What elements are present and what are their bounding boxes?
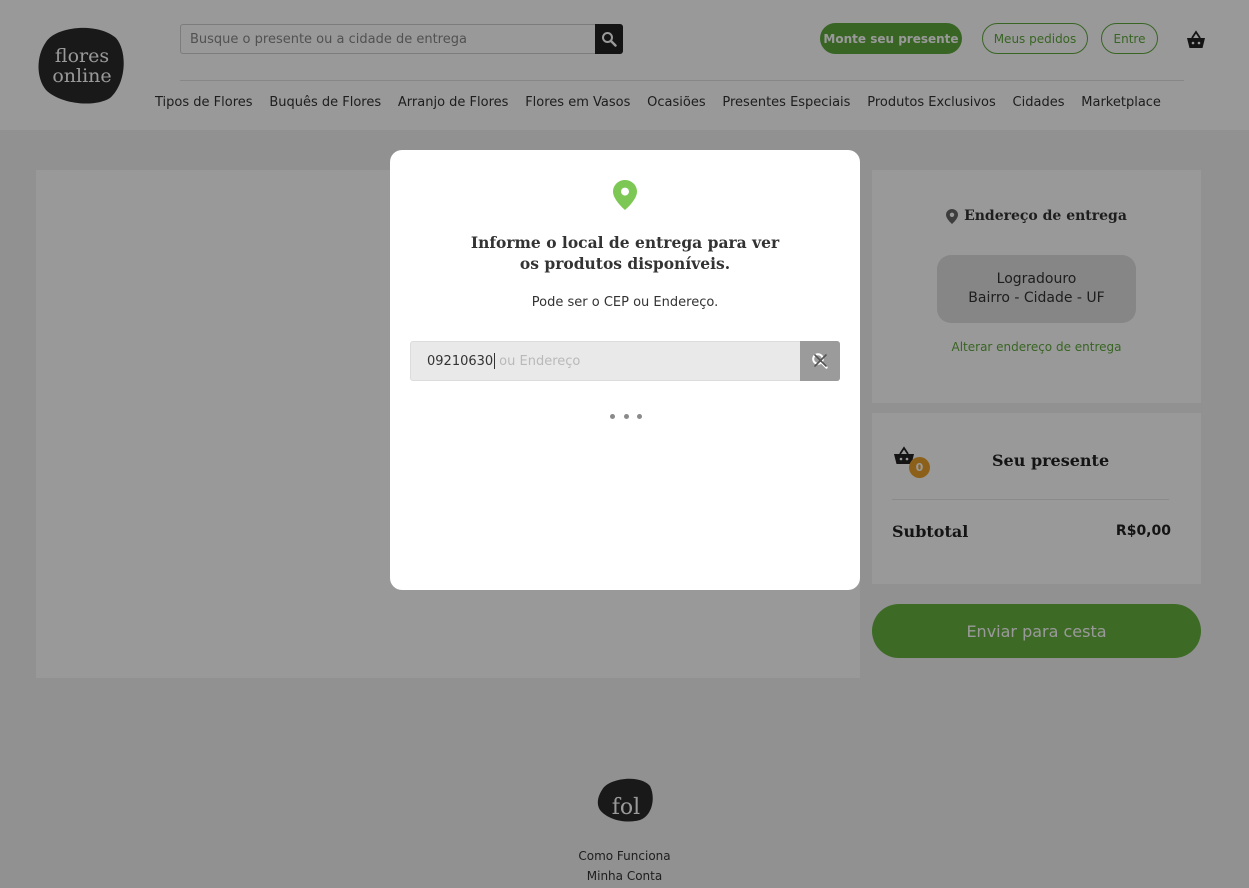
cep-input-placeholder: ou Endereço [499, 353, 581, 369]
loading-dot [623, 414, 629, 419]
modal-hint: Pode ser o CEP ou Endereço. [531, 295, 719, 310]
loading-indicator [610, 414, 642, 422]
text-caret [494, 353, 496, 369]
location-pin-icon [613, 180, 637, 210]
modal-title: Informe o local de entrega para ver os p… [390, 232, 860, 274]
cep-input-value[interactable]: 09210630 [411, 354, 493, 369]
modal-title-line-2: os produtos disponíveis. [519, 254, 731, 273]
search-clear-icon [812, 353, 828, 369]
modal-title-line-1: Informe o local de entrega para ver [470, 233, 780, 252]
cep-address-field[interactable]: 09210630 ou Endereço [410, 341, 840, 381]
loading-dot [610, 414, 615, 419]
loading-dot [637, 414, 642, 419]
delivery-location-modal: Informe o local de entrega para ver os p… [390, 150, 860, 590]
cep-search-button[interactable] [800, 341, 840, 381]
